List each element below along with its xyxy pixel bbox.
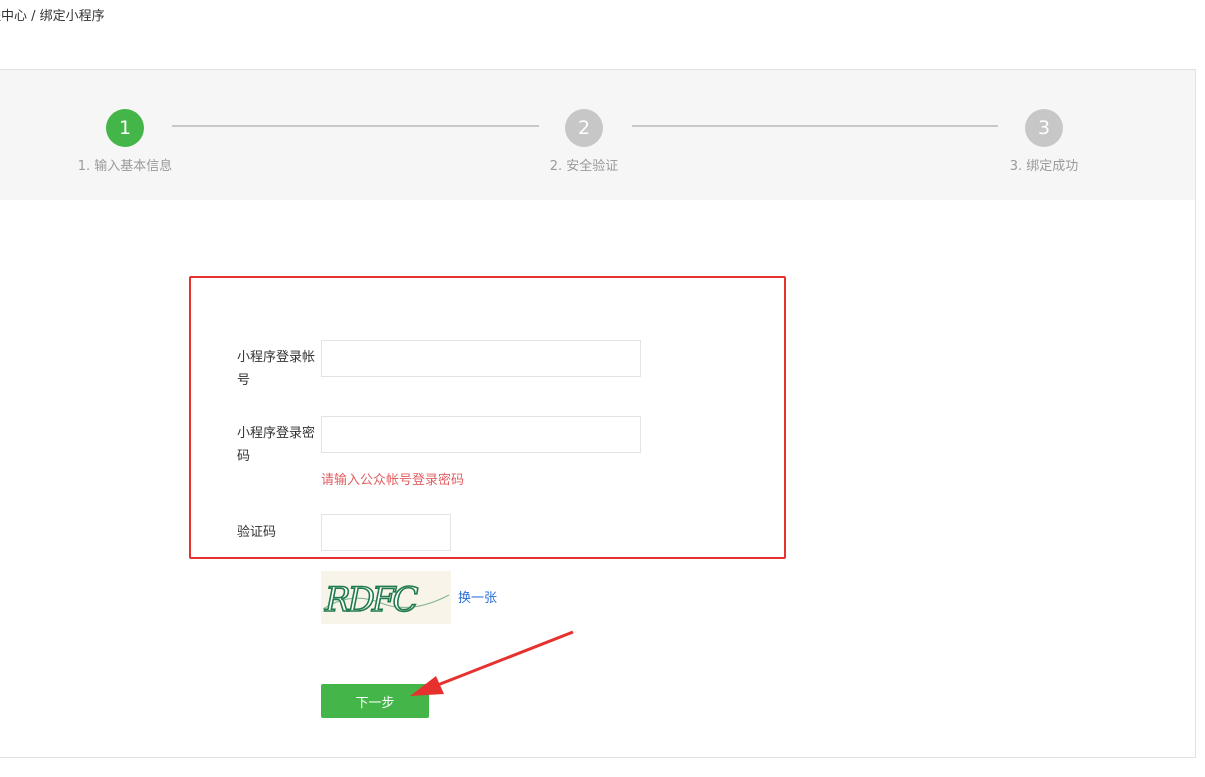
password-input[interactable]	[321, 416, 641, 453]
next-step-button[interactable]: 下一步	[321, 684, 429, 718]
password-error-message: 请输入公众帐号登录密码	[321, 473, 465, 488]
step-connector-1-2	[172, 125, 539, 127]
step-1-circle: 1	[106, 109, 144, 147]
account-label: 小程序登录帐号	[237, 350, 316, 388]
step-2-label: 2. 安全验证	[549, 159, 619, 174]
step-3-circle: 3	[1025, 109, 1063, 147]
captcha-label: 验证码	[237, 525, 277, 540]
step-progress-bar: 1 1. 输入基本信息 2 2. 安全验证 3 3. 绑定成功	[0, 70, 1195, 200]
refresh-captcha-link[interactable]: 换一张	[458, 587, 497, 606]
step-connector-2-3	[632, 125, 998, 127]
account-input[interactable]	[321, 340, 641, 377]
password-label: 小程序登录密码	[237, 426, 316, 464]
breadcrumb: 程中心 / 绑定小程序	[0, 9, 105, 24]
step-3-label: 3. 绑定成功	[1009, 159, 1079, 174]
captcha-input[interactable]	[321, 514, 451, 551]
captcha-text: RDFC	[324, 580, 418, 620]
captcha-image: RDFC	[321, 571, 451, 624]
step-2-circle: 2	[565, 109, 603, 147]
step-1-label: 1. 输入基本信息	[77, 159, 173, 174]
